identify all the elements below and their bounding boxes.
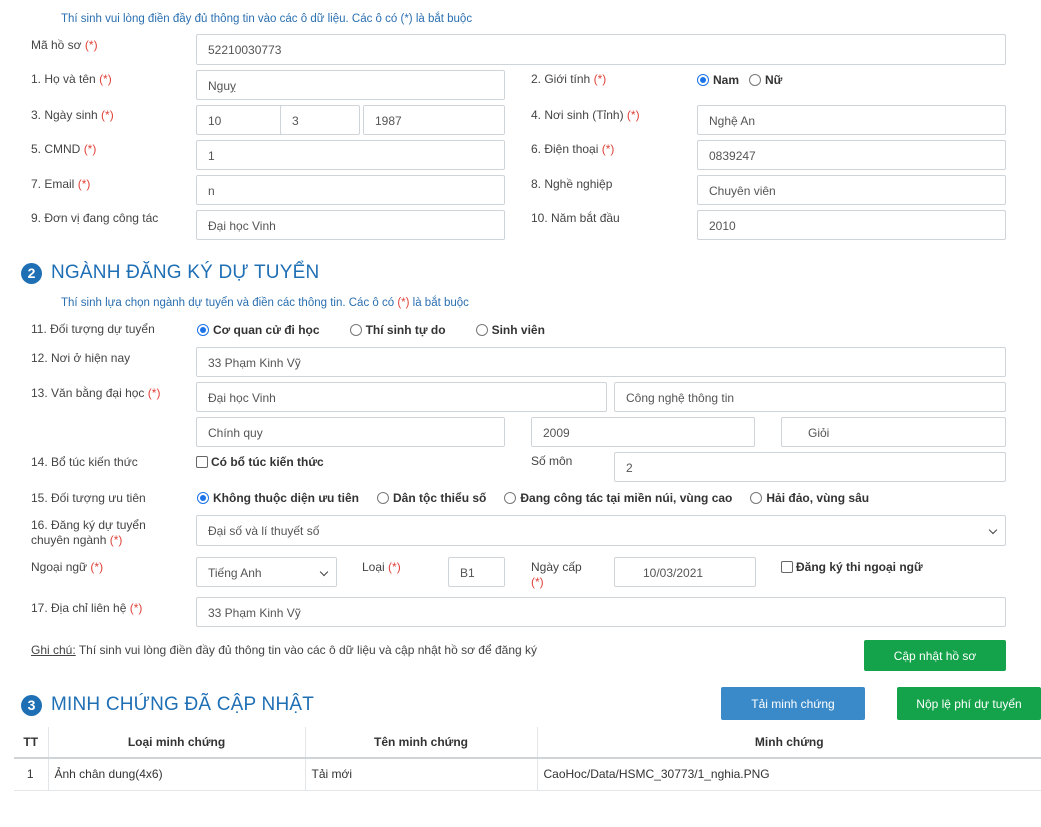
ho-ten-label: 1. Họ và tên (*) bbox=[31, 72, 112, 86]
ngoai-ngu-label: Ngoại ngữ (*) bbox=[31, 560, 104, 574]
dang-ky-ngoai-ngu-checkbox[interactable]: Đăng ký thi ngoại ngữ bbox=[781, 560, 923, 574]
uu-tien-radio-group: Không thuộc diện ưu tiên Dân tộc thiểu s… bbox=[197, 491, 869, 505]
radio-checked-icon bbox=[197, 492, 209, 504]
email-field[interactable]: n bbox=[196, 175, 505, 205]
don-vi-label: 9. Đơn vị đang công tác bbox=[31, 211, 159, 225]
section3-heading: 3 MINH CHỨNG ĐÃ CẬP NHẬT bbox=[21, 694, 314, 716]
nam-bat-dau-field[interactable]: 2010 bbox=[697, 210, 1006, 240]
doi-tuong-tu-do-radio[interactable]: Thí sinh tự do bbox=[349, 323, 446, 337]
ghi-chu: Ghi chú: Thí sinh vui lòng điền đầy đủ t… bbox=[31, 643, 537, 657]
radio-unchecked-icon bbox=[475, 324, 488, 336]
bo-tuc-checkbox[interactable]: Có bổ túc kiến thức bbox=[196, 455, 324, 469]
dien-thoai-label: 6. Điện thoại (*) bbox=[531, 142, 615, 156]
radio-unchecked-icon bbox=[750, 492, 763, 504]
ngay-sinh-day-field[interactable]: 10 bbox=[196, 105, 283, 135]
uu-tien-mien-nui-radio[interactable]: Đang công tác tại miền núi, vùng cao bbox=[504, 491, 732, 505]
uu-tien-hai-dao-radio[interactable]: Hải đảo, vùng sâu bbox=[750, 491, 869, 505]
loai-label: Loại (*) bbox=[362, 560, 401, 574]
ngay-sinh-year-field[interactable]: 1987 bbox=[363, 105, 505, 135]
don-vi-field[interactable]: Đại học Vinh bbox=[196, 210, 505, 240]
so-mon-field[interactable]: 2 bbox=[614, 452, 1006, 482]
uu-tien-label: 15. Đối tượng ưu tiên bbox=[31, 491, 146, 505]
ngoai-ngu-select[interactable]: Tiếng Anh bbox=[196, 557, 337, 587]
ghi-chu-text: Thí sinh vui lòng điền đầy đủ thông tin … bbox=[75, 643, 538, 657]
van-bang-nganh-field[interactable]: Công nghệ thông tin bbox=[614, 382, 1006, 412]
section-number-badge: 3 bbox=[21, 694, 42, 716]
column-header-minh-chung: Minh chứng bbox=[537, 727, 1041, 759]
gioi-tinh-nu-radio[interactable]: Nữ bbox=[749, 73, 782, 87]
ngay-cap-label: Ngày cấp (*) bbox=[531, 560, 582, 589]
cap-nhat-ho-so-button[interactable]: Cập nhật hồ sơ bbox=[864, 640, 1006, 671]
column-header-ten: Tên minh chứng bbox=[305, 727, 538, 759]
section-number-badge: 2 bbox=[21, 262, 42, 284]
ngay-sinh-month-field[interactable]: 3 bbox=[280, 105, 360, 135]
section1-note: Thí sinh vui lòng điền đầy đủ thông tin … bbox=[61, 13, 473, 25]
nam-bat-dau-label: 10. Năm bắt đầu bbox=[531, 211, 620, 225]
doi-tuong-label: 11. Đối tượng dự tuyển bbox=[31, 322, 155, 336]
section2-title: NGÀNH ĐĂNG KÝ DỰ TUYỂN bbox=[51, 262, 320, 283]
email-label: 7. Email (*) bbox=[31, 177, 91, 191]
radio-unchecked-icon bbox=[504, 492, 517, 504]
section3-title: MINH CHỨNG ĐÃ CẬP NHẬT bbox=[51, 694, 315, 715]
ma-ho-so-field[interactable]: 52210030773 bbox=[196, 34, 1006, 65]
van-bang-label: 13. Văn bằng đại học (*) bbox=[31, 386, 161, 400]
gioi-tinh-label: 2. Giới tính (*) bbox=[531, 72, 607, 86]
checkbox-unchecked-icon bbox=[196, 456, 208, 468]
van-bang-nam-field[interactable]: 2009 bbox=[531, 417, 755, 447]
table-row: 1 Ảnh chân dung(4x6) Tải mới CaoHoc/Data… bbox=[14, 758, 1041, 791]
gioi-tinh-radio-group: Nam Nữ bbox=[697, 73, 808, 87]
radio-unchecked-icon bbox=[377, 492, 390, 504]
nghe-nghiep-field[interactable]: Chuyên viên bbox=[697, 175, 1006, 205]
cmnd-label: 5. CMND (*) bbox=[31, 142, 97, 156]
noi-sinh-label: 4. Nơi sinh (Tỉnh) (*) bbox=[531, 108, 640, 122]
noi-o-label: 12. Nơi ở hiện nay bbox=[31, 351, 131, 365]
section2-heading: 2 NGÀNH ĐĂNG KÝ DỰ TUYỂN bbox=[21, 262, 319, 284]
chuyen-nganh-select[interactable]: Đại số và lí thuyết số bbox=[196, 515, 1006, 546]
table-header-row: TT Loại minh chứng Tên minh chứng Minh c… bbox=[14, 727, 1041, 759]
checkbox-unchecked-icon bbox=[781, 561, 793, 573]
ghi-chu-label: Ghi chú: bbox=[31, 643, 76, 657]
ngay-sinh-label: 3. Ngày sinh (*) bbox=[31, 108, 114, 122]
nop-le-phi-button[interactable]: Nộp lệ phí dự tuyển bbox=[897, 687, 1041, 720]
dia-chi-label: 17. Địa chỉ liên hệ (*) bbox=[31, 601, 143, 615]
dia-chi-field[interactable]: 33 Phạm Kinh Vỹ bbox=[196, 597, 1006, 627]
ngay-cap-field[interactable]: 10/03/2021 bbox=[614, 557, 756, 587]
row-file-link[interactable]: CaoHoc/Data/HSMC_30773/1_nghia.PNG bbox=[537, 758, 1041, 791]
ma-ho-so-label: Mã hồ sơ (*) bbox=[31, 38, 98, 52]
noi-o-field[interactable]: 33 Phạm Kinh Vỹ bbox=[196, 347, 1006, 377]
radio-unchecked-icon bbox=[349, 324, 362, 336]
row-loai: Ảnh chân dung(4x6) bbox=[48, 758, 306, 791]
uu-tien-khong-radio[interactable]: Không thuộc diện ưu tiên bbox=[197, 491, 359, 505]
minh-chung-table: TT Loại minh chứng Tên minh chứng Minh c… bbox=[14, 727, 1041, 791]
uu-tien-dan-toc-radio[interactable]: Dân tộc thiểu số bbox=[377, 491, 486, 505]
noi-sinh-field[interactable]: Nghệ An bbox=[697, 105, 1006, 135]
column-header-loai: Loại minh chứng bbox=[48, 727, 306, 759]
doi-tuong-co-quan-radio[interactable]: Cơ quan cử đi học bbox=[197, 323, 320, 337]
chuyen-nganh-label: 16. Đăng ký dự tuyển chuyên ngành (*) bbox=[31, 518, 146, 547]
radio-checked-icon bbox=[197, 324, 209, 336]
so-mon-label: Số môn bbox=[531, 454, 573, 468]
row-ten: Tải mới bbox=[305, 758, 538, 791]
doi-tuong-radio-group: Cơ quan cử đi học Thí sinh tự do Sinh vi… bbox=[197, 323, 571, 337]
gioi-tinh-nam-radio[interactable]: Nam bbox=[697, 73, 739, 87]
loai-field[interactable]: B1 bbox=[448, 557, 505, 587]
bo-tuc-label: 14. Bổ túc kiến thức bbox=[31, 455, 138, 469]
radio-checked-icon bbox=[697, 74, 709, 86]
van-bang-truong-field[interactable]: Đại học Vinh bbox=[196, 382, 607, 412]
row-tt: 1 bbox=[14, 758, 49, 791]
nghe-nghiep-label: 8. Nghề nghiệp bbox=[531, 177, 613, 191]
column-header-tt: TT bbox=[14, 727, 49, 759]
tai-minh-chung-button[interactable]: Tải minh chứng bbox=[721, 687, 865, 720]
dien-thoai-field[interactable]: 0839247 bbox=[697, 140, 1006, 170]
ho-ten-field[interactable]: Nguỵ bbox=[196, 70, 505, 100]
cmnd-field[interactable]: 1 bbox=[196, 140, 505, 170]
van-bang-he-field[interactable]: Chính quy bbox=[196, 417, 505, 447]
section2-note: Thí sinh lựa chọn ngành dự tuyển và điền… bbox=[61, 297, 469, 309]
van-bang-xep-loai-field[interactable]: Giỏi bbox=[781, 417, 1006, 447]
doi-tuong-sinh-vien-radio[interactable]: Sinh viên bbox=[475, 323, 545, 337]
radio-unchecked-icon bbox=[749, 74, 762, 86]
